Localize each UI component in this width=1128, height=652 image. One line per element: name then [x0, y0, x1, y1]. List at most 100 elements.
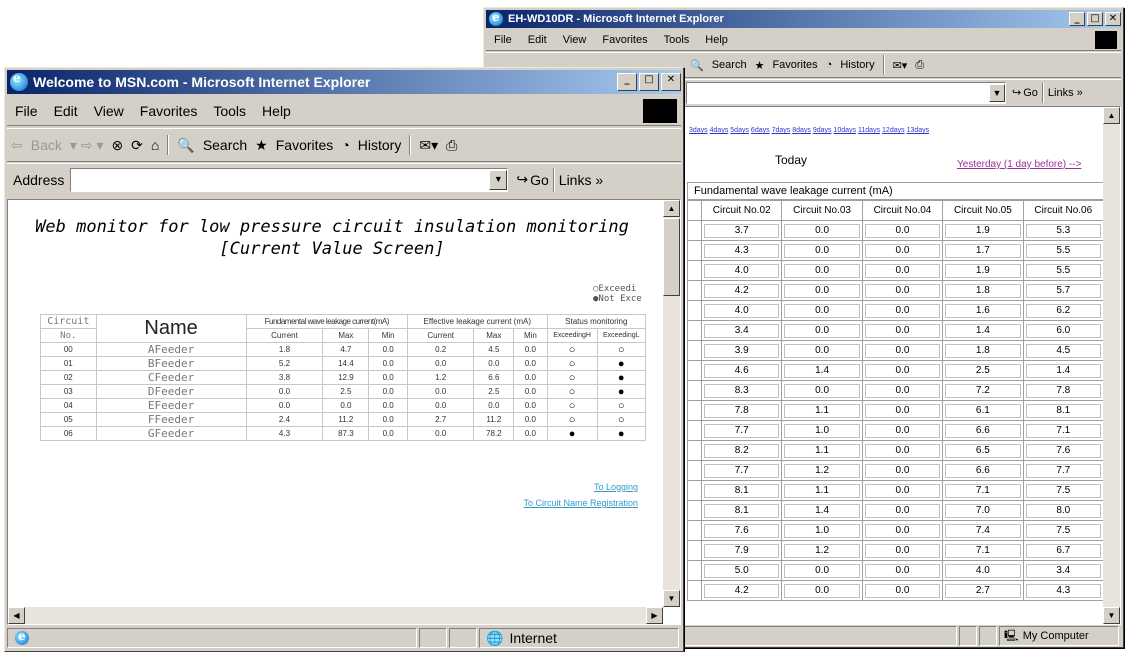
registration-link[interactable]: To Circuit Name Registration [523, 498, 638, 508]
favorites-icon[interactable]: ★ [251, 137, 272, 154]
table-cell: 0.0 [864, 523, 941, 538]
menu-help[interactable]: Help [254, 103, 299, 119]
menu-favorites[interactable]: Favorites [132, 103, 206, 119]
table-cell: 7.1 [945, 483, 1021, 498]
table-cell: 4.2 [704, 283, 780, 298]
menu-file[interactable]: File [486, 34, 520, 46]
value-cell: 1.2 [406, 370, 475, 385]
day-link[interactable]: 12days [882, 127, 905, 134]
print-icon[interactable]: ⎙ [442, 137, 461, 154]
day-link[interactable]: 6days [751, 127, 770, 134]
scroll-up-icon[interactable]: ▲ [1103, 107, 1120, 124]
table-cell: 7.1 [945, 543, 1021, 558]
table-cell: 0.0 [784, 263, 860, 278]
table-row: 4.2 0.0 0.0 2.7 4.3 [687, 580, 1105, 601]
yesterday-link[interactable]: Yesterday (1 day before) --> [957, 159, 1081, 170]
table-cell: 1.9 [945, 223, 1021, 238]
day-link[interactable]: 3days [689, 127, 708, 134]
close-icon[interactable]: ✕ [661, 73, 681, 91]
scroll-right-icon[interactable]: ▶ [646, 607, 663, 624]
address-field[interactable]: ▼ [70, 167, 509, 192]
day-link[interactable]: 13days [907, 127, 930, 134]
menu-edit[interactable]: Edit [520, 34, 555, 46]
circuit-no: 06 [40, 426, 97, 441]
minimize-icon[interactable]: _ [617, 73, 637, 91]
print-icon[interactable]: ⎙ [911, 59, 928, 72]
table-cell: 0.0 [864, 543, 941, 558]
go-button[interactable]: Go [1023, 87, 1038, 99]
day-link[interactable]: 11days [858, 127, 880, 134]
mail-icon[interactable]: ✉▾ [889, 59, 912, 72]
mail-icon[interactable]: ✉▾ [415, 137, 442, 154]
menu-help[interactable]: Help [697, 34, 736, 46]
front-title-bar[interactable]: Welcome to MSN.com - Microsoft Internet … [7, 70, 681, 94]
front-horizontal-scrollbar[interactable]: ◀ ▶ [8, 607, 663, 624]
day-link[interactable]: 9days [813, 127, 832, 134]
maximize-icon[interactable]: □ [1087, 12, 1103, 26]
back-title-bar[interactable]: EH-WD10DR - Microsoft Internet Explorer … [486, 10, 1121, 28]
search-button[interactable]: Search [199, 137, 251, 153]
table-cell: 7.6 [704, 523, 780, 538]
table-cell: 1.7 [945, 243, 1021, 258]
home-icon[interactable]: ⌂ [147, 137, 163, 153]
favorites-button[interactable]: Favorites [272, 137, 338, 153]
favorites-button[interactable]: Favorites [768, 59, 821, 71]
search-icon[interactable]: 🔍 [173, 137, 198, 154]
table-cell: 3.7 [704, 223, 780, 238]
day-link[interactable]: 10days [833, 127, 856, 134]
links-button[interactable]: Links » [559, 172, 603, 188]
value-cell: 0.0 [513, 426, 548, 441]
scroll-up-icon[interactable]: ▲ [663, 200, 680, 217]
search-icon[interactable]: 🔍 [686, 59, 708, 72]
go-arrow-icon[interactable]: ↪ [1012, 86, 1021, 99]
status-indicator: ○ [596, 412, 647, 427]
menu-edit[interactable]: Edit [46, 103, 86, 119]
menu-view[interactable]: View [86, 103, 132, 119]
favorites-icon[interactable]: ★ [751, 59, 769, 72]
table-row: 3.9 0.0 0.0 1.8 4.5 [687, 340, 1105, 361]
table-cell: 8.0 [1025, 503, 1101, 518]
front-vertical-scrollbar[interactable]: ▲ ▼ [663, 200, 680, 607]
chevron-down-icon[interactable]: ▼ [489, 169, 508, 190]
back-button[interactable]: Back [27, 137, 66, 153]
back-address-field[interactable]: ▼ [686, 81, 1006, 104]
table-row: 3.7 0.0 0.0 1.9 5.3 [687, 220, 1105, 241]
day-link[interactable]: 8days [792, 127, 811, 134]
day-link[interactable]: 4days [710, 127, 729, 134]
minimize-icon[interactable]: _ [1069, 12, 1085, 26]
chevron-down-icon[interactable]: ▼ [989, 83, 1005, 102]
search-button[interactable]: Search [708, 59, 751, 71]
scroll-thumb[interactable] [663, 218, 680, 296]
history-button[interactable]: History [354, 137, 406, 153]
go-button[interactable]: Go [530, 172, 549, 188]
table-cell: 7.7 [1025, 463, 1101, 478]
scroll-left-icon[interactable]: ◀ [8, 607, 25, 624]
history-icon[interactable]: ◔ [337, 137, 353, 153]
close-icon[interactable]: ✕ [1105, 12, 1121, 26]
day-link[interactable]: 5days [730, 127, 749, 134]
maximize-icon[interactable]: □ [639, 73, 659, 91]
value-cell: 0.0 [368, 370, 408, 385]
logging-link[interactable]: To Logging [594, 482, 638, 492]
menu-view[interactable]: View [555, 34, 595, 46]
back-arrow-icon[interactable]: ⇦ [7, 137, 27, 154]
menu-file[interactable]: File [7, 103, 46, 119]
menu-tools[interactable]: Tools [205, 103, 254, 119]
stop-icon[interactable]: ⊗ [107, 137, 127, 154]
menu-favorites[interactable]: Favorites [594, 34, 655, 46]
table-row: 4.0 0.0 0.0 1.9 5.5 [687, 260, 1105, 281]
go-arrow-icon[interactable]: ↪ [516, 171, 528, 188]
table-cell: 0.0 [864, 463, 941, 478]
scroll-down-icon[interactable]: ▼ [1103, 607, 1120, 624]
forward-arrow-icon[interactable]: ▾ ⇨ ▾ [66, 137, 108, 154]
scroll-down-icon[interactable]: ▼ [663, 590, 680, 607]
links-button[interactable]: Links » [1048, 87, 1083, 99]
refresh-icon[interactable]: ⟳ [127, 137, 147, 154]
table-cell: 4.3 [704, 243, 780, 258]
history-icon[interactable]: ◔ [822, 59, 837, 71]
menu-tools[interactable]: Tools [656, 34, 698, 46]
back-vertical-scrollbar[interactable]: ▲ ▼ [1103, 107, 1120, 624]
history-button[interactable]: History [836, 59, 878, 71]
day-link[interactable]: 7days [772, 127, 791, 134]
table-cell: 1.1 [784, 403, 860, 418]
